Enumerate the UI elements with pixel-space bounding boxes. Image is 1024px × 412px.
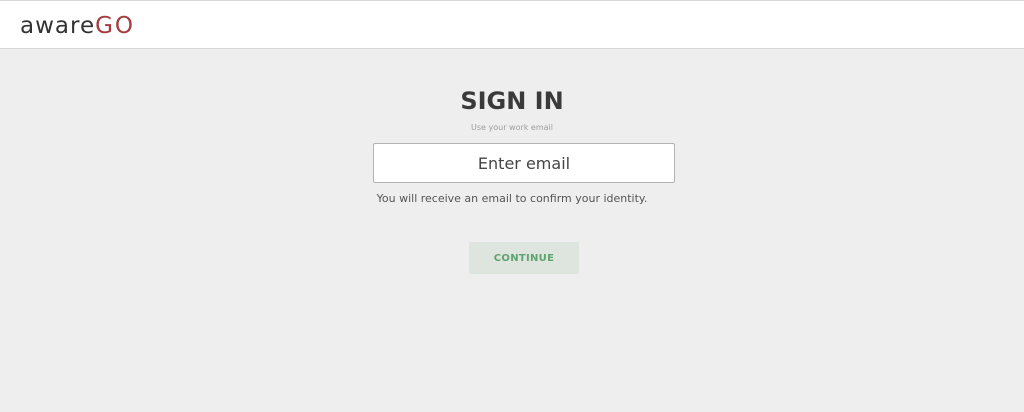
logo-text-go: GO <box>95 13 136 39</box>
continue-button[interactable]: CONTINUE <box>469 242 579 274</box>
email-input[interactable] <box>373 143 675 183</box>
logo-text-aware: aware <box>20 13 96 39</box>
page-title: SIGN IN <box>460 87 564 115</box>
top-header: awareGO <box>0 0 1024 49</box>
confirmation-note: You will receive an email to confirm you… <box>376 192 648 205</box>
awarego-logo[interactable]: awareGO <box>20 13 135 39</box>
email-hint: Use your work email <box>471 123 553 132</box>
